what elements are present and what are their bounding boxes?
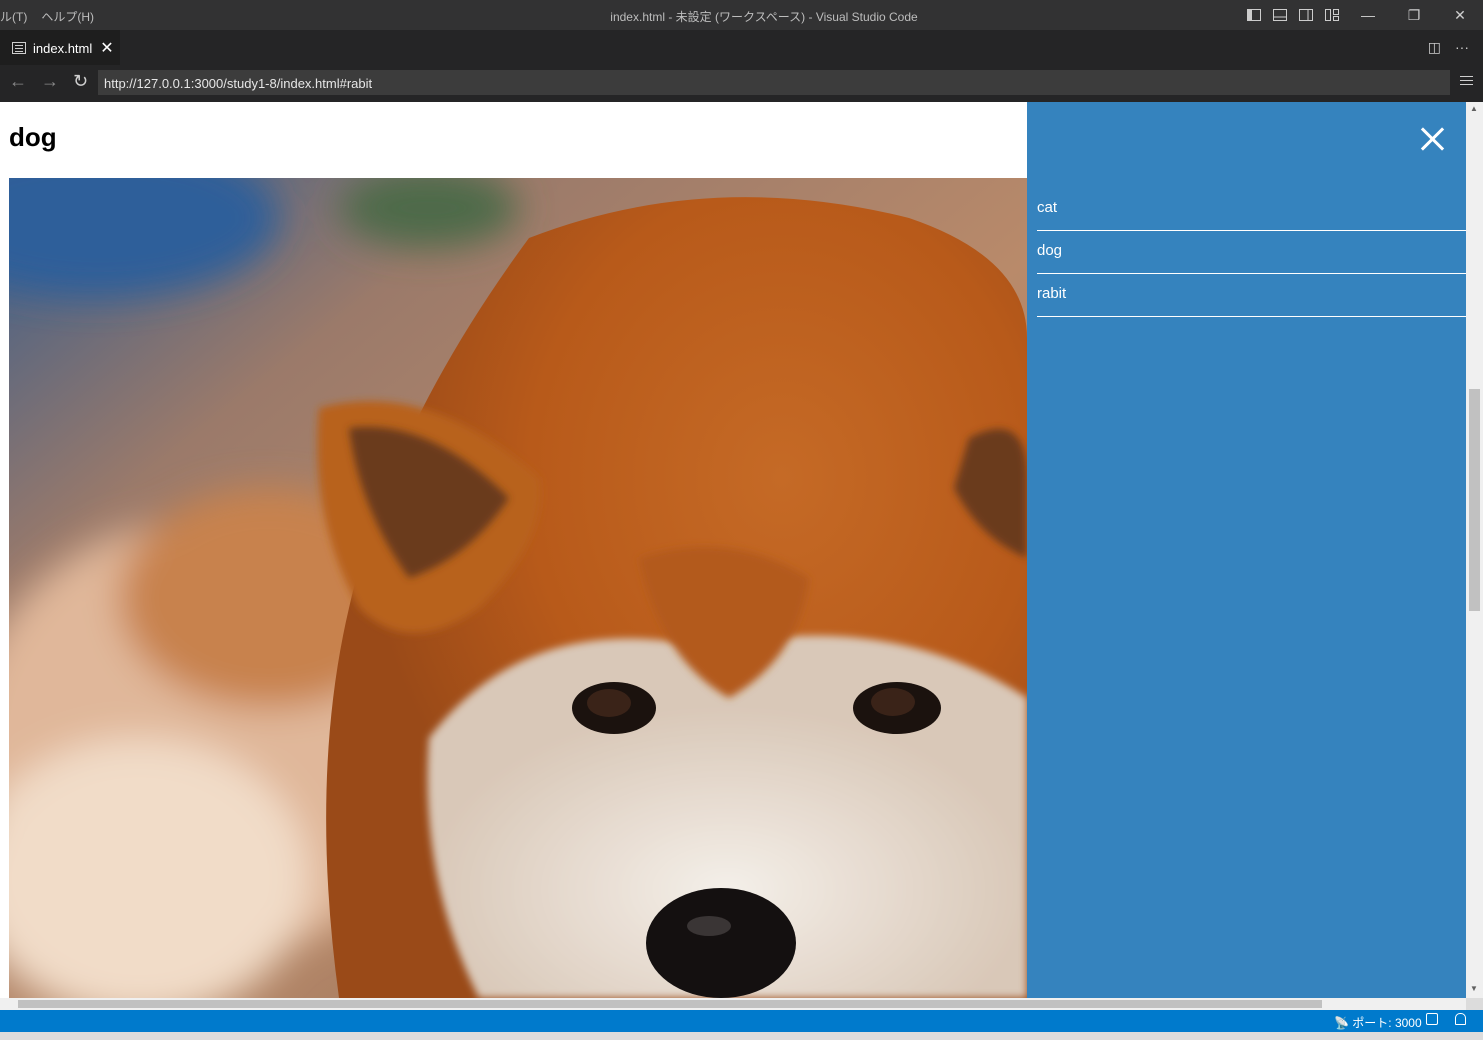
title-bar: ル(T) ヘルプ(H) index.html - 未設定 (ワークスペース) -… (0, 0, 1483, 30)
page-heading: dog (9, 122, 57, 152)
port-status[interactable]: 📡 ポート: 3000 (1334, 1014, 1422, 1031)
nav-item-rabit[interactable]: rabit (1037, 274, 1466, 317)
close-tab-icon[interactable]: ✕ (100, 38, 113, 58)
reload-icon[interactable]: ↻ (73, 71, 88, 92)
customize-layout-icon[interactable] (1324, 7, 1340, 23)
dog-photo (9, 178, 1027, 998)
vertical-scrollbar[interactable]: ▲ ▼ (1466, 102, 1483, 998)
url-input[interactable]: http://127.0.0.1:3000/study1-8/index.htm… (98, 70, 1450, 95)
feedback-icon[interactable] (1426, 1013, 1438, 1025)
toggle-primary-sidebar-icon[interactable] (1246, 7, 1262, 23)
browser-preview-icon (12, 42, 26, 54)
nav-item-dog[interactable]: dog (1037, 231, 1466, 274)
back-arrow-icon[interactable]: ← (9, 71, 27, 92)
bottom-strip (0, 1032, 1483, 1040)
restore-button[interactable]: ❐ (1391, 0, 1437, 30)
editor-tab-bar: index.html ✕ ◫ ··· (0, 30, 1483, 65)
scroll-down-arrow-icon[interactable]: ▼ (1470, 984, 1478, 993)
scrollbar-corner (1466, 998, 1483, 1010)
layout-controls (1246, 7, 1340, 23)
vertical-scroll-thumb[interactable] (1469, 389, 1480, 611)
browser-toolbar: ← → ↻ http://127.0.0.1:3000/study1-8/ind… (0, 65, 1483, 102)
forward-arrow-icon[interactable]: → (41, 71, 59, 92)
page-viewport: dog cat dog rabit (0, 102, 1466, 998)
tab-label: index.html (33, 40, 93, 56)
split-editor-icon[interactable]: ◫ (1428, 39, 1441, 56)
scroll-up-arrow-icon[interactable]: ▲ (1470, 104, 1478, 113)
side-nav-drawer: cat dog rabit (1027, 102, 1466, 998)
minimize-button[interactable]: — (1345, 0, 1391, 30)
nav-item-cat[interactable]: cat (1037, 188, 1466, 231)
close-icon[interactable] (1419, 126, 1445, 152)
toggle-panel-icon[interactable] (1272, 7, 1288, 23)
status-bar: 📡 ポート: 3000 (0, 1010, 1483, 1032)
tab-index-html[interactable]: index.html ✕ (0, 30, 120, 65)
window-controls: — ❐ ✕ (1345, 0, 1483, 30)
menu-icon[interactable] (1460, 76, 1473, 87)
horizontal-scrollbar[interactable] (0, 998, 1466, 1010)
menu-bar: ル(T) ヘルプ(H) (0, 8, 94, 25)
toggle-secondary-sidebar-icon[interactable] (1298, 7, 1314, 23)
notifications-bell-icon[interactable] (1455, 1013, 1466, 1025)
menu-item-help[interactable]: ヘルプ(H) (41, 8, 94, 25)
menu-item-terminal[interactable]: ル(T) (0, 8, 27, 25)
horizontal-scroll-thumb[interactable] (18, 1000, 1322, 1008)
nav-list: cat dog rabit (1037, 188, 1466, 317)
close-window-button[interactable]: ✕ (1437, 0, 1483, 30)
more-actions-icon[interactable]: ··· (1455, 39, 1469, 56)
window-title: index.html - 未設定 (ワークスペース) - Visual Stud… (610, 10, 918, 24)
